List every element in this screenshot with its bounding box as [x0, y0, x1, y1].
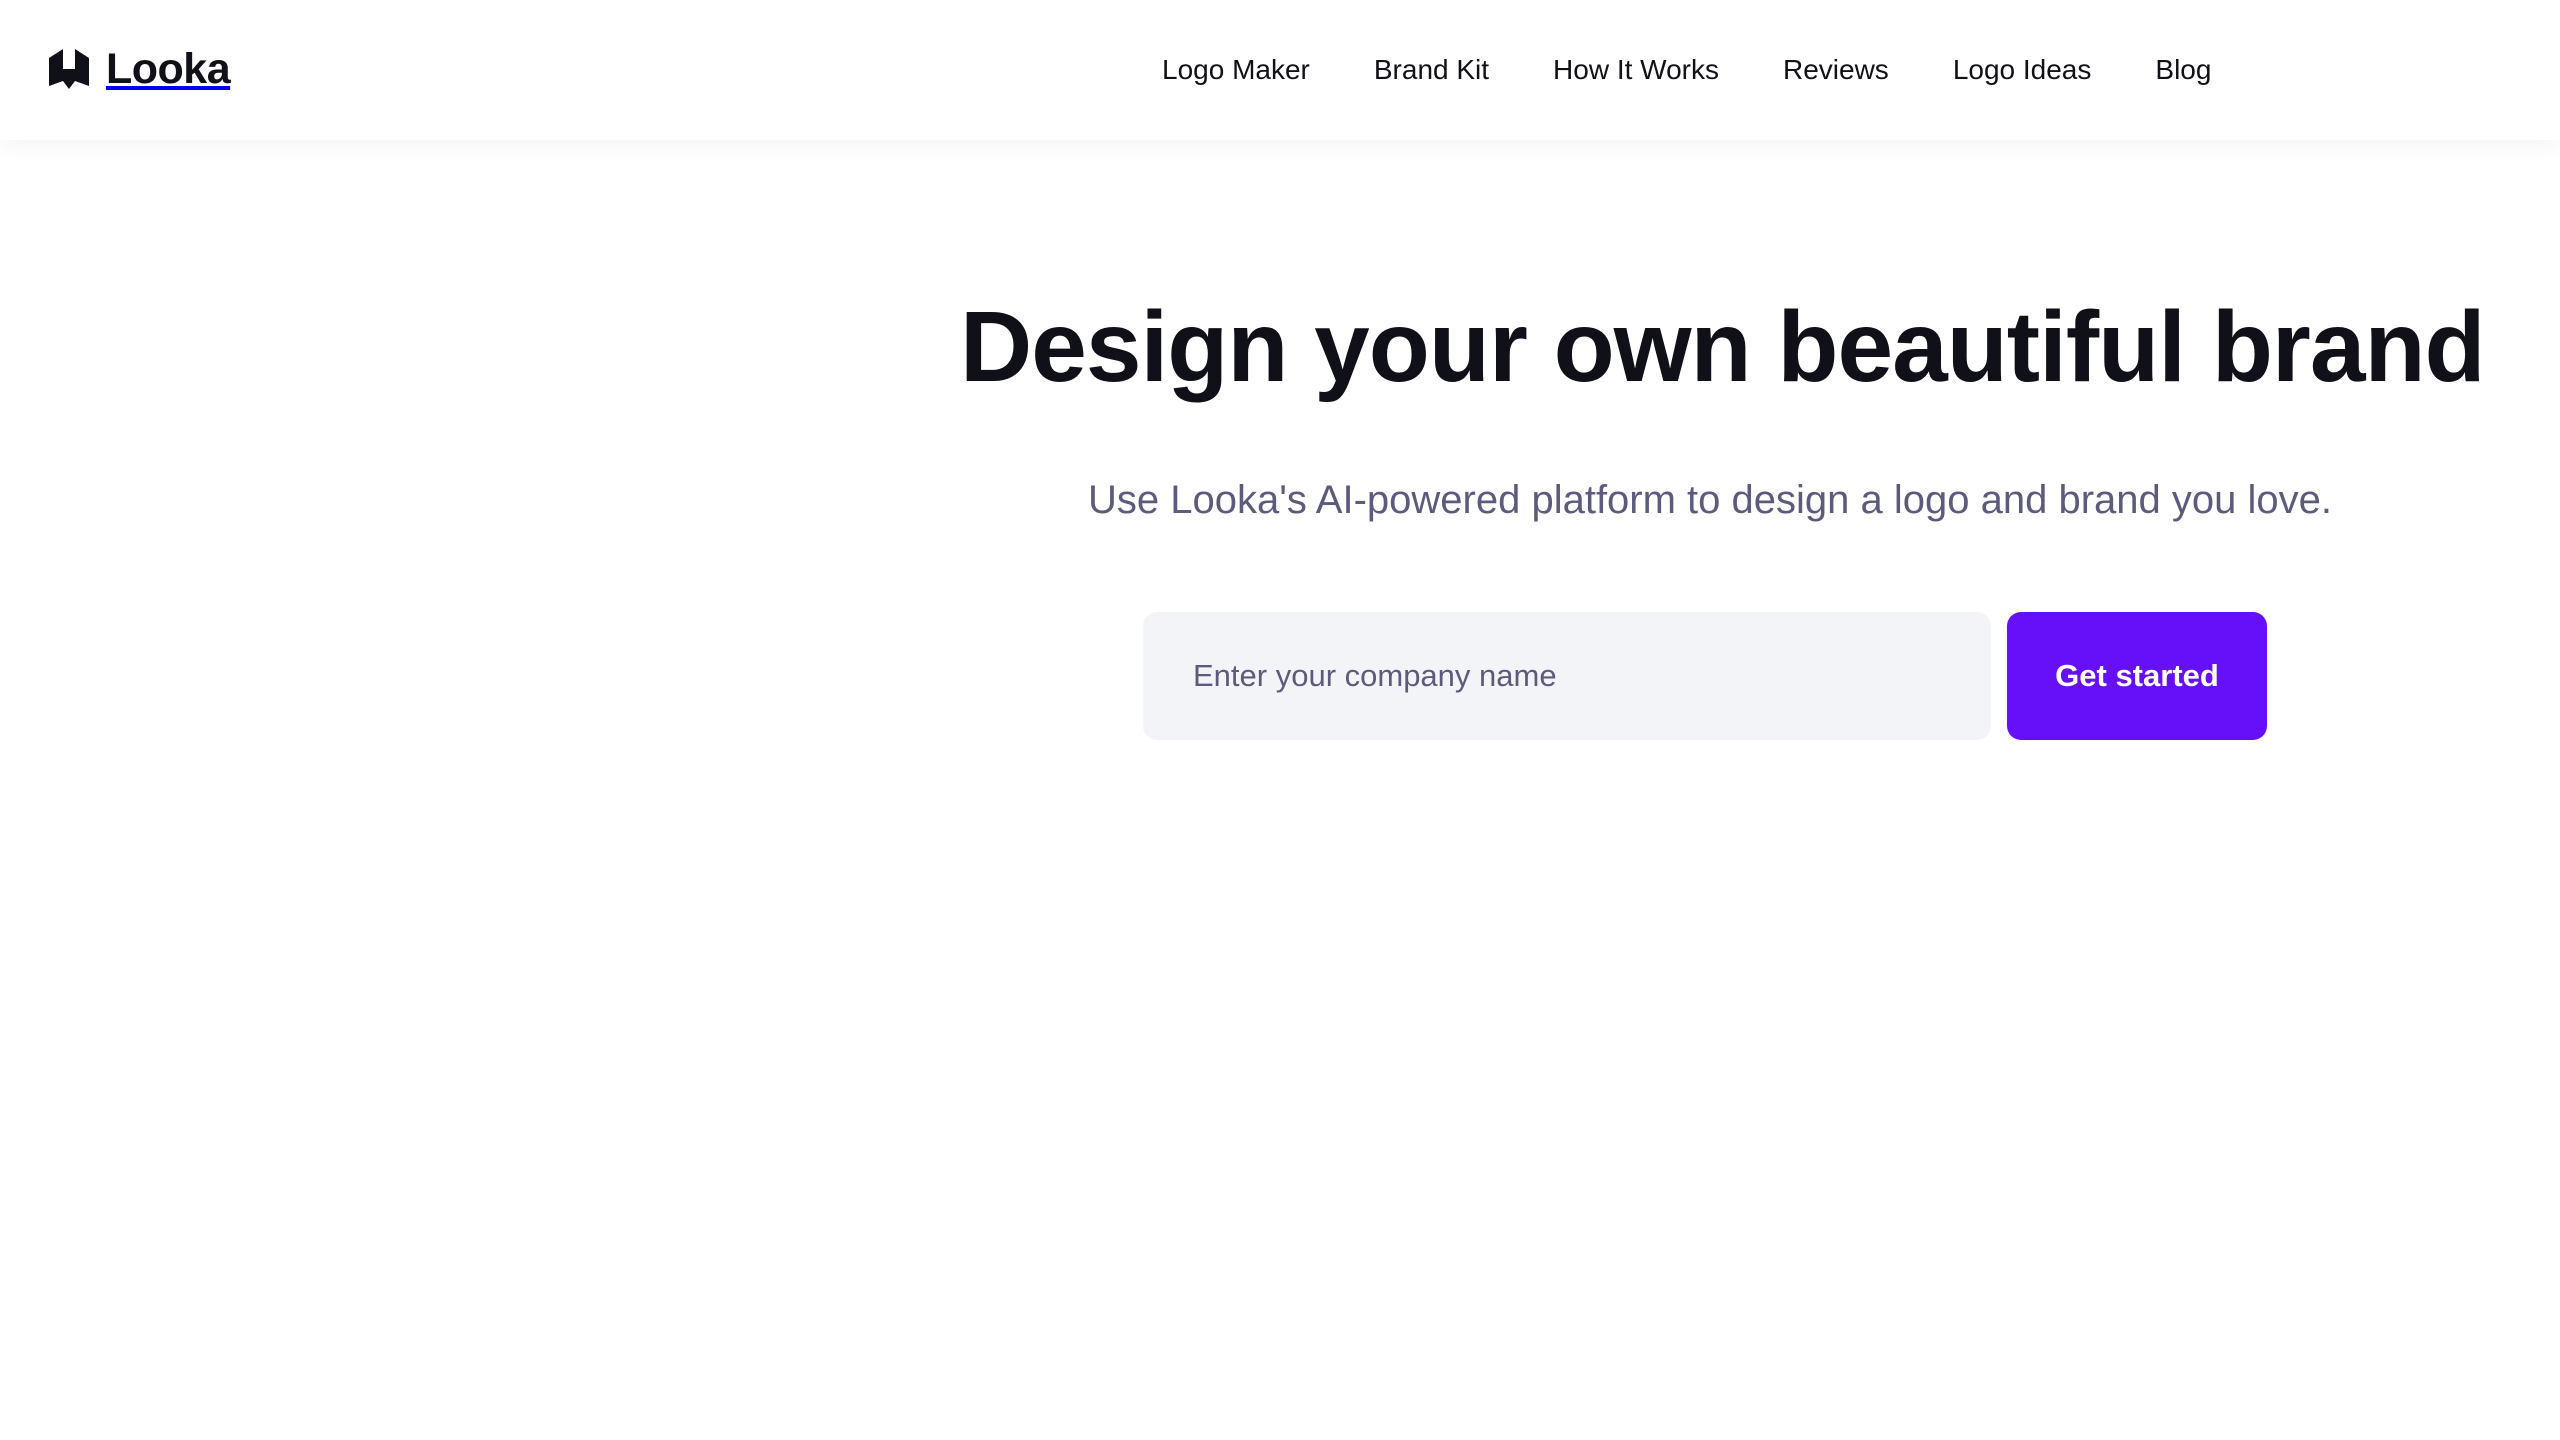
nav-logo-maker[interactable]: Logo Maker: [1162, 50, 1310, 90]
hero-title: Design your own beautiful brand: [960, 291, 2486, 403]
nav-blog[interactable]: Blog: [2155, 50, 2211, 90]
company-name-input[interactable]: [1143, 612, 1991, 740]
nav-reviews[interactable]: Reviews: [1783, 50, 1889, 90]
hero-subtitle: Use Looka's AI-powered platform to desig…: [1088, 478, 2332, 522]
nav-how-it-works[interactable]: How It Works: [1553, 50, 1719, 90]
main-nav: Logo Maker Brand Kit How It Works Review…: [1162, 50, 2211, 90]
nav-brand-kit[interactable]: Brand Kit: [1374, 50, 1489, 90]
nav-logo-ideas[interactable]: Logo Ideas: [1953, 50, 2092, 90]
brand-name: Looka: [106, 45, 231, 93]
company-name-form: Get started: [1143, 612, 2267, 740]
site-header: Looka Logo Maker Brand Kit How It Works …: [0, 0, 2560, 140]
get-started-button[interactable]: Get started: [2007, 612, 2267, 740]
looka-logo-icon: [49, 49, 89, 89]
home-logo-link[interactable]: Looka: [46, 45, 231, 93]
